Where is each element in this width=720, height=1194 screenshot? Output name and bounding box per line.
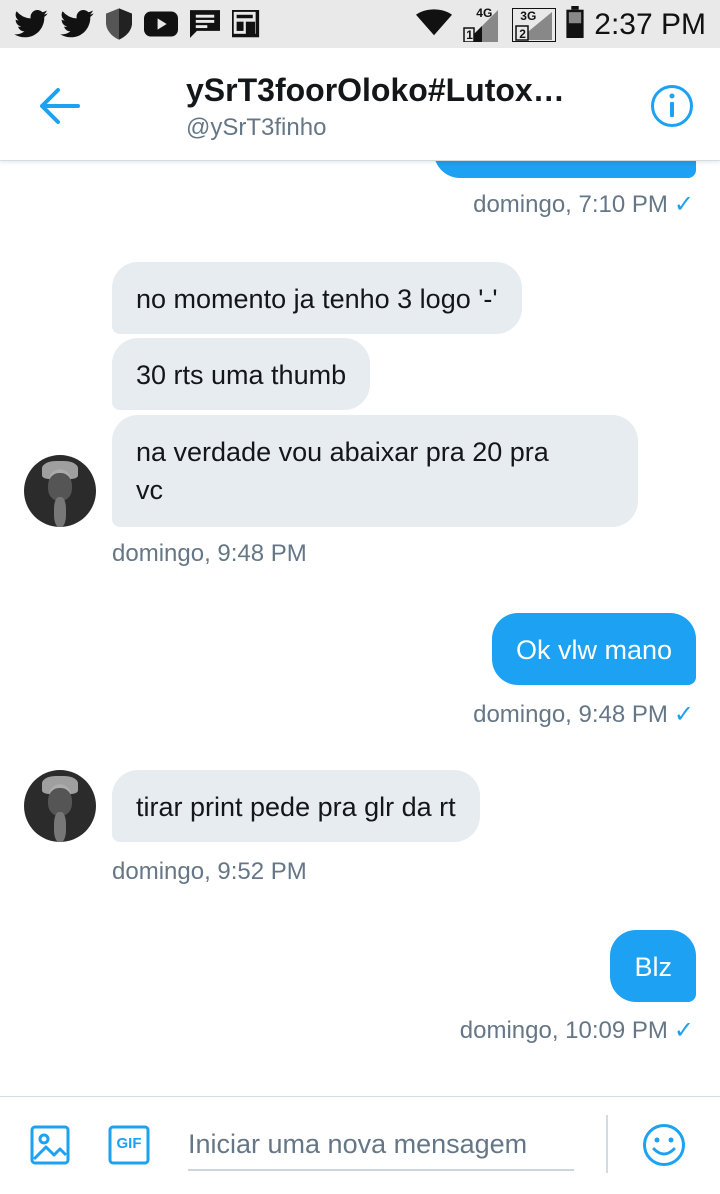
emoji-icon[interactable] (642, 1123, 686, 1167)
message-composer: GIF (0, 1096, 720, 1194)
youtube-icon (144, 11, 178, 42)
wifi-icon (416, 8, 453, 41)
message-line: vc (136, 475, 163, 505)
conversation-title: ySrT3foorOloko#Lutox… (186, 72, 565, 108)
message-timestamp: domingo, 7:10 PM ✓ (473, 191, 694, 218)
message-bubble-out[interactable] (434, 160, 696, 178)
message-bubble-in[interactable]: tirar print pede pra glr da rt (112, 770, 480, 842)
news-icon (230, 8, 262, 43)
message-timestamp: domingo, 9:48 PM (112, 540, 307, 567)
message-line: na verdade vou abaixar pra 20 pra (136, 437, 549, 467)
sim-b-label: 2 (519, 26, 526, 41)
read-check-icon: ✓ (673, 1017, 694, 1044)
twitter-icon (14, 9, 48, 43)
message-bubble-out[interactable]: Ok vlw mano (491, 613, 696, 685)
status-time: 2:37 PM (594, 7, 706, 41)
message-bubble-in[interactable]: no momento ja tenho 3 logo '-' (112, 262, 522, 334)
status-bar: 4G 1 3G 2 2:37 PM (0, 0, 720, 48)
avatar[interactable] (24, 455, 96, 527)
message-timestamp: domingo, 9:52 PM (112, 858, 307, 885)
gif-button[interactable]: GIF (108, 1125, 150, 1165)
message-list[interactable]: domingo, 7:10 PM ✓ no momento ja tenho 3 … (0, 160, 720, 1096)
message-bubble-out[interactable]: Blz (610, 930, 696, 1002)
image-icon[interactable] (30, 1125, 70, 1165)
conversation-header: ySrT3foorOloko#Lutox… @ySrT3finho (0, 48, 720, 161)
twitter-icon (60, 9, 94, 43)
message-icon (190, 10, 220, 43)
message-timestamp: domingo, 9:48 PM ✓ (473, 701, 694, 728)
signal-sim1-icon: 4G 1 (462, 5, 502, 42)
network-b-label: 3G (520, 8, 537, 23)
sim-a-label: 1 (466, 27, 473, 42)
composer-divider (606, 1115, 608, 1173)
back-arrow-icon[interactable] (36, 86, 84, 126)
read-check-icon: ✓ (673, 191, 694, 218)
message-timestamp: domingo, 10:09 PM ✓ (459, 1017, 694, 1044)
message-input[interactable] (188, 1119, 574, 1171)
message-bubble-in[interactable]: na verdade vou abaixar pra 20 pra vc (112, 415, 638, 527)
info-icon[interactable] (650, 84, 694, 128)
message-bubble-in[interactable]: 30 rts uma thumb (112, 338, 371, 410)
shield-icon (106, 8, 132, 45)
conversation-handle: @ySrT3finho (186, 114, 327, 141)
signal-sim2-icon: 3G 2 (512, 7, 557, 42)
battery-icon (566, 6, 584, 43)
gif-label: GIF (116, 1135, 142, 1152)
read-check-icon: ✓ (673, 701, 694, 728)
network-a-label: 4G (476, 5, 493, 20)
avatar[interactable] (24, 770, 96, 842)
